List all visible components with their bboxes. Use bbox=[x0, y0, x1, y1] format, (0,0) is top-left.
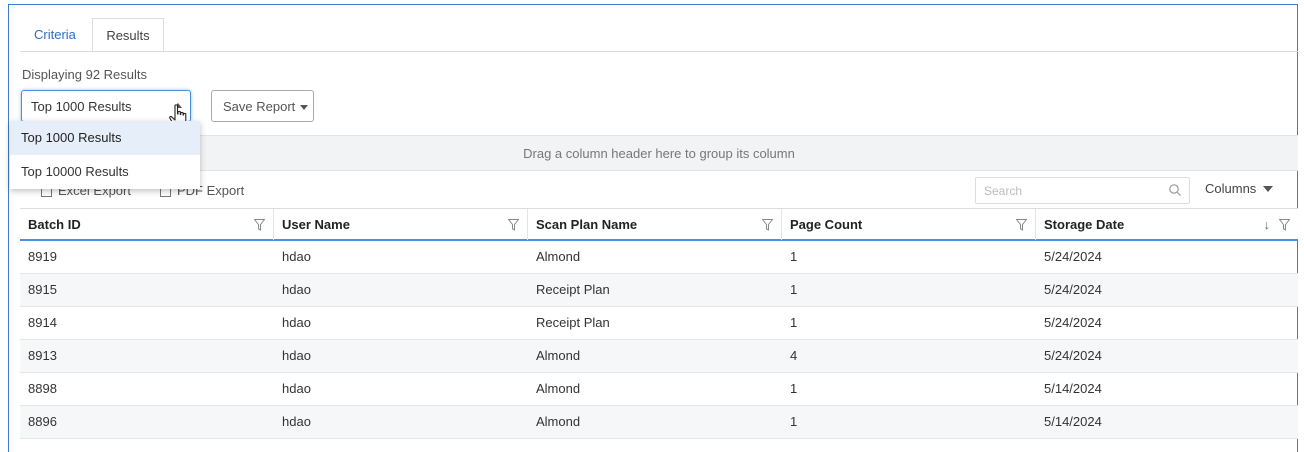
table-cell: 8913 bbox=[28, 348, 57, 363]
filter-icon[interactable] bbox=[1016, 219, 1027, 231]
search-input[interactable]: Search bbox=[975, 177, 1190, 204]
table-cell: 8898 bbox=[28, 381, 57, 396]
column-header-storage-date[interactable]: Storage Date ↓ bbox=[1036, 209, 1298, 240]
chevron-down-icon bbox=[300, 105, 308, 110]
column-header-label: Storage Date bbox=[1044, 217, 1125, 232]
table-cell: 5/14/2024 bbox=[1044, 414, 1102, 429]
table-cell: 8896 bbox=[28, 414, 57, 429]
dropdown-option-top-10000[interactable]: Top 10000 Results bbox=[10, 155, 200, 189]
column-header-label: Scan Plan Name bbox=[536, 217, 638, 232]
tab-criteria[interactable]: Criteria bbox=[24, 18, 86, 52]
table-cell: 5/24/2024 bbox=[1044, 249, 1102, 264]
table-cell: 1 bbox=[790, 381, 798, 396]
column-header-scan-plan-name[interactable]: Scan Plan Name bbox=[528, 209, 782, 240]
column-header-page-count[interactable]: Page Count bbox=[782, 209, 1036, 240]
table-cell: 1 bbox=[790, 249, 798, 264]
table-cell: 8914 bbox=[28, 315, 57, 330]
table-cell: 5/24/2024 bbox=[1044, 282, 1102, 297]
dropdown-option-top-1000[interactable]: Top 1000 Results bbox=[10, 121, 200, 155]
table-cell: hdao bbox=[282, 348, 311, 363]
table-row[interactable]: 8913 hdao Almond 4 5/24/2024 bbox=[20, 340, 1298, 373]
table-row[interactable]: 8919 hdao Almond 1 5/24/2024 bbox=[20, 241, 1298, 274]
table-row[interactable]: 8915 hdao Receipt Plan 1 5/24/2024 bbox=[20, 274, 1298, 307]
result-limit-dropdown: Top 1000 Results Top 10000 Results bbox=[10, 121, 200, 189]
table-cell: Almond bbox=[536, 348, 581, 363]
table-row[interactable]: 8896 hdao Almond 1 5/14/2024 bbox=[20, 406, 1298, 439]
table-cell: Receipt Plan bbox=[536, 315, 610, 330]
table-cell: 8915 bbox=[28, 282, 57, 297]
table-cell: hdao bbox=[282, 282, 311, 297]
table-cell: 1 bbox=[790, 315, 798, 330]
tab-divider bbox=[20, 51, 1298, 52]
table-row[interactable]: 8914 hdao Receipt Plan 1 5/24/2024 bbox=[20, 307, 1298, 340]
table-cell: 8919 bbox=[28, 249, 57, 264]
columns-menu-button[interactable]: Columns bbox=[1205, 181, 1274, 196]
table-cell: 5/14/2024 bbox=[1044, 381, 1102, 396]
table-cell: hdao bbox=[282, 315, 311, 330]
tab-results[interactable]: Results bbox=[92, 18, 164, 52]
group-by-drop-zone[interactable]: Drag a column header here to group its c… bbox=[20, 135, 1298, 171]
table-cell: Receipt Plan bbox=[536, 282, 610, 297]
table-cell: Almond bbox=[536, 381, 581, 396]
search-placeholder: Search bbox=[984, 184, 1023, 198]
column-header-label: Batch ID bbox=[28, 217, 81, 232]
results-count-text: Displaying 92 Results bbox=[22, 67, 148, 82]
column-header-label: Page Count bbox=[790, 217, 863, 232]
column-header-user-name[interactable]: User Name bbox=[274, 209, 528, 240]
save-report-button[interactable]: Save Report bbox=[211, 90, 314, 122]
table-cell: 1 bbox=[790, 414, 798, 429]
filter-icon[interactable] bbox=[508, 219, 519, 231]
result-limit-select[interactable]: Top 1000 Results bbox=[21, 90, 191, 122]
result-limit-value: Top 1000 Results bbox=[31, 99, 132, 114]
grid-header: Batch ID User Name Scan Plan Name Page C… bbox=[20, 208, 1298, 241]
filter-icon[interactable] bbox=[254, 219, 265, 231]
search-icon bbox=[1169, 184, 1181, 196]
table-cell: hdao bbox=[282, 414, 311, 429]
table-cell: 5/24/2024 bbox=[1044, 315, 1102, 330]
table-cell: 1 bbox=[790, 282, 798, 297]
column-header-batch-id[interactable]: Batch ID bbox=[20, 209, 274, 240]
table-cell: 5/24/2024 bbox=[1044, 348, 1102, 363]
table-cell: hdao bbox=[282, 381, 311, 396]
table-cell: hdao bbox=[282, 249, 311, 264]
save-report-label: Save Report bbox=[223, 99, 296, 114]
table-cell: Almond bbox=[536, 249, 581, 264]
filter-icon[interactable] bbox=[762, 219, 773, 231]
columns-label: Columns bbox=[1205, 181, 1257, 196]
table-cell: Almond bbox=[536, 414, 581, 429]
table-row[interactable]: 8898 hdao Almond 1 5/14/2024 bbox=[20, 373, 1298, 406]
table-cell: 4 bbox=[790, 348, 798, 363]
sort-descending-icon: ↓ bbox=[1263, 217, 1271, 232]
chevron-down-icon bbox=[1263, 186, 1274, 192]
filter-icon[interactable] bbox=[1279, 219, 1290, 231]
column-header-label: User Name bbox=[282, 217, 350, 232]
